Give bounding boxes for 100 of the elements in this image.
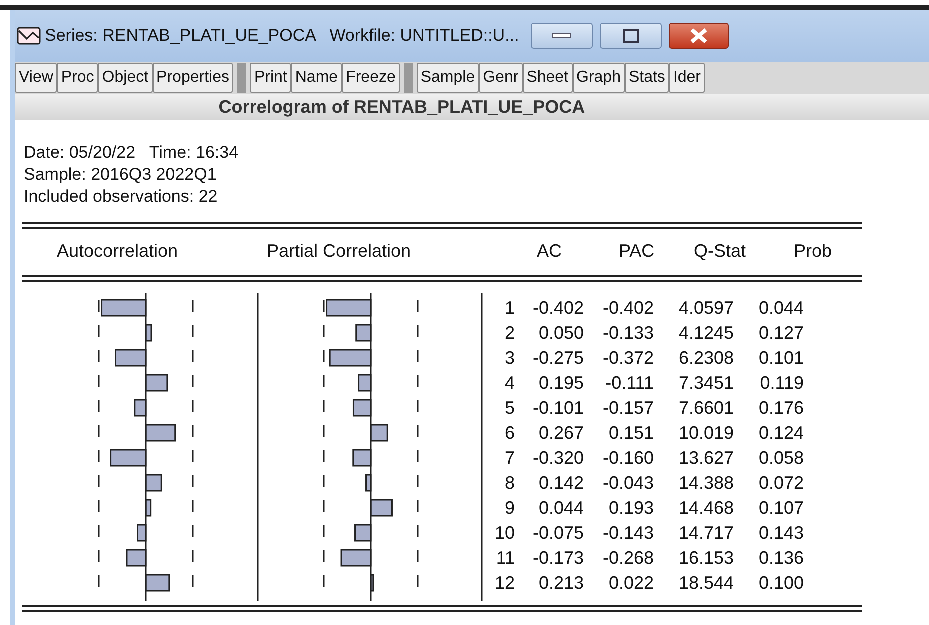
prob-cell-text: 0.127 [758,322,804,345]
partial-correlation-bar [326,299,372,317]
correlogram-title: Correlogram of RENTAB_PLATI_UE_POCA [15,94,929,120]
q-stat-cell-text: 7.3451 [678,372,734,395]
minimize-button[interactable] [531,23,594,49]
toolbar-button[interactable]: Properties [152,63,234,93]
ac-cell-text: 0.267 [538,422,584,445]
ac-cell-text: -0.101 [532,397,584,420]
prob-cell-text: 0.044 [758,297,804,320]
toolbar-button[interactable]: Ider [669,63,706,93]
ac-cell-text: 0.195 [538,372,584,395]
q-stat-cell-text: 6.2308 [678,347,734,370]
column-header: Prob [794,241,832,262]
partial-correlation-bar [366,474,372,492]
q-stat-cell-text: 14.388 [678,472,734,495]
toolbar-button[interactable]: Proc [57,63,98,93]
ac-cell-text: -0.320 [532,447,584,470]
ac-cell-text: 0.050 [538,322,584,345]
lag-cell-text: 2 [504,322,515,345]
autocorrelation-bar [126,549,147,567]
toolbar-button[interactable]: Print [250,63,292,93]
ac-cell-text: 0.142 [538,472,584,495]
q-stat-cell-text: 14.468 [678,497,734,520]
autocorrelation-bar [134,399,147,417]
lag-cell-text: 6 [504,422,515,445]
pac-cell-text: 0.022 [608,572,654,595]
ac-cell-text: -0.075 [532,522,584,545]
ac-cell-text: -0.275 [532,347,584,370]
maximize-button[interactable] [600,23,662,49]
prob-cell-text: 0.136 [758,547,804,570]
lag-cell-text: 5 [504,397,515,420]
lag-cell-text: 9 [504,497,515,520]
column-header: PAC [619,241,655,262]
q-stat-cell-text: 16.153 [678,547,734,570]
autocorrelation-bar [137,524,147,542]
toolbar-button[interactable]: Name [291,63,342,93]
toolbar-button[interactable]: Sample [416,63,480,93]
autocorrelation-bar [145,574,170,592]
prob-cell-text: 0.124 [758,422,804,445]
toolbar-button[interactable]: Graph [572,63,625,93]
prob-cell-text: 0.058 [758,447,804,470]
partial-correlation-bar [356,324,372,342]
autocorrelation-bar [115,349,147,367]
pac-cell-text: 0.193 [608,497,654,520]
lag-cell-text: 4 [504,372,515,395]
toolbar-separator [404,63,413,93]
ac-cell-text: -0.173 [532,547,584,570]
lag-cell-text: 10 [494,522,515,545]
prob-cell-text: 0.100 [758,572,804,595]
q-stat-cell-text: 18.544 [678,572,734,595]
autocorrelation-bar [110,449,147,467]
info-text: Included observations: 22 [24,186,219,208]
prob-cell-text: 0.101 [758,347,804,370]
info-text: Date: 05/20/22 Time: 16:34 [24,142,240,164]
pac-cell-text: -0.133 [602,322,654,345]
autocorrelation-bar [145,424,176,442]
q-stat-cell-text: 14.717 [678,522,734,545]
prob-cell-text: 0.119 [759,372,804,395]
q-stat-cell-text: 4.1245 [678,322,734,345]
window-title: Series: RENTAB_PLATI_UE_POCA Workfile: UNTITLED::U... [45,26,520,46]
column-header: AC [537,241,562,262]
pac-cell-text: -0.268 [602,547,654,570]
toolbar-button[interactable]: Genr [479,63,523,93]
pac-cell-text: -0.143 [602,522,654,545]
toolbar-button[interactable]: Stats [624,63,670,93]
partial-correlation-bar [354,524,372,542]
autocorrelation-bar [145,374,168,392]
q-stat-cell-text: 7.6601 [678,397,734,420]
partial-correlation-bar [370,499,393,517]
lag-cell-text: 8 [504,472,515,495]
lag-cell-text: 12 [494,572,515,595]
partial-correlation-bar [340,549,372,567]
pac-cell-text: -0.402 [602,297,654,320]
pac-cell-text: -0.157 [602,397,654,420]
prob-cell-text: 0.176 [758,397,804,420]
toolbar-button[interactable]: Object [98,63,153,93]
partial-correlation-bar [352,399,372,417]
autocorrelation-bar [145,324,152,342]
toolbar-button[interactable]: Freeze [342,63,400,93]
lag-cell-text: 1 [504,297,515,320]
pac-cell-text: -0.372 [602,347,654,370]
ac-cell-text: 0.044 [538,497,584,520]
info-text: Sample: 2016Q3 2022Q1 [24,164,218,186]
lag-cell-text: 7 [504,447,515,470]
autocorrelation-bar [145,474,162,492]
partial-correlation-bar [370,574,374,592]
partial-correlation-bar [370,424,388,442]
toolbar-button[interactable]: View [15,63,58,93]
toolbar-separator [237,63,246,93]
column-header: Autocorrelation [57,241,178,262]
lag-cell-text: 11 [495,547,515,570]
ac-cell-text: -0.402 [532,297,584,320]
q-stat-cell-text: 4.0597 [678,297,734,320]
q-stat-cell-text: 10.019 [678,422,734,445]
close-button[interactable] [669,23,730,49]
partial-correlation-bar [352,449,372,467]
toolbar-button[interactable]: Sheet [522,63,572,93]
graph-icon [17,27,41,45]
pac-cell-text: -0.160 [602,447,654,470]
lag-cell-text: 3 [504,347,515,370]
